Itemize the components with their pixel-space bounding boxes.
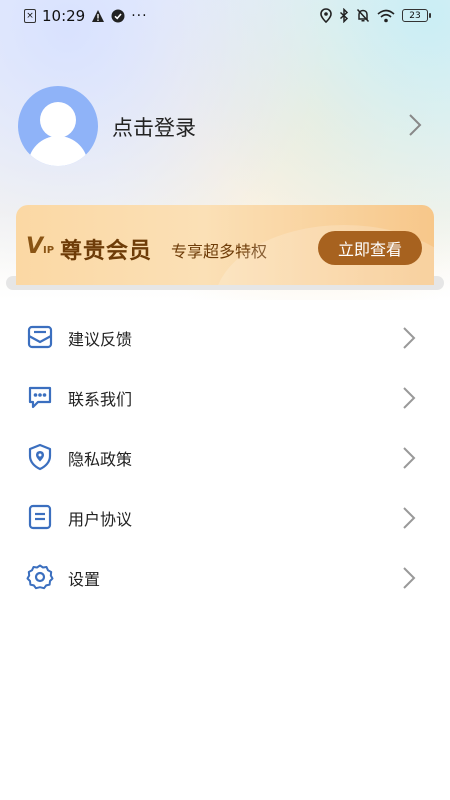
document-icon: [28, 504, 52, 530]
battery-level: 23: [409, 10, 421, 21]
avatar-head: [40, 102, 76, 138]
menu-item-feedback[interactable]: 建议反馈: [0, 305, 450, 365]
menu-item-label: 建议反馈: [68, 330, 133, 349]
menu-item-contact[interactable]: 联系我们: [0, 365, 450, 425]
status-time: 10:29: [42, 7, 86, 25]
chat-bubble-icon: [28, 386, 52, 409]
vip-title: 尊贵会员: [60, 239, 153, 264]
menu-item-settings[interactable]: 设置: [0, 545, 450, 605]
bluetooth-icon: [339, 8, 349, 23]
vip-logo-v: V: [26, 234, 44, 259]
menu-item-label: 隐私政策: [68, 450, 133, 469]
vip-subtitle: 专享超多特权: [171, 242, 268, 261]
chevron-right-icon: [403, 507, 416, 529]
chevron-right-icon: [403, 387, 416, 409]
wifi-icon: [377, 9, 395, 22]
avatar-body: [28, 136, 88, 166]
menu-item-user-agreement[interactable]: 用户协议: [0, 485, 450, 545]
check-circle-icon: [111, 9, 125, 23]
vip-card[interactable]: VIP 尊贵会员 专享超多特权 立即查看: [16, 205, 434, 285]
chevron-right-icon: [403, 447, 416, 469]
chevron-right-icon: [403, 567, 416, 589]
vip-logo: VIP: [26, 234, 54, 259]
battery-icon: 23: [402, 9, 431, 22]
mute-bell-icon: [356, 8, 370, 23]
sim-x-icon: ×: [24, 9, 36, 23]
warning-icon: [92, 10, 105, 22]
view-now-button[interactable]: 立即查看: [318, 231, 422, 265]
location-icon: [320, 8, 332, 23]
more-dots-icon: ···: [131, 8, 148, 24]
shield-location-icon: [28, 443, 52, 471]
gear-icon: [26, 564, 54, 590]
feedback-icon: [27, 325, 53, 349]
menu-item-label: 联系我们: [68, 390, 133, 409]
login-label[interactable]: 点击登录: [112, 112, 196, 142]
status-bar: × 10:29 ··· 23: [0, 0, 450, 34]
vip-logo-ip: IP: [43, 245, 55, 256]
chevron-right-icon: [403, 327, 416, 349]
chevron-right-icon[interactable]: [408, 113, 422, 137]
default-avatar-icon[interactable]: [18, 86, 98, 166]
menu-item-label: 用户协议: [68, 510, 133, 529]
menu-item-privacy[interactable]: 隐私政策: [0, 425, 450, 485]
menu-item-label: 设置: [68, 570, 101, 589]
